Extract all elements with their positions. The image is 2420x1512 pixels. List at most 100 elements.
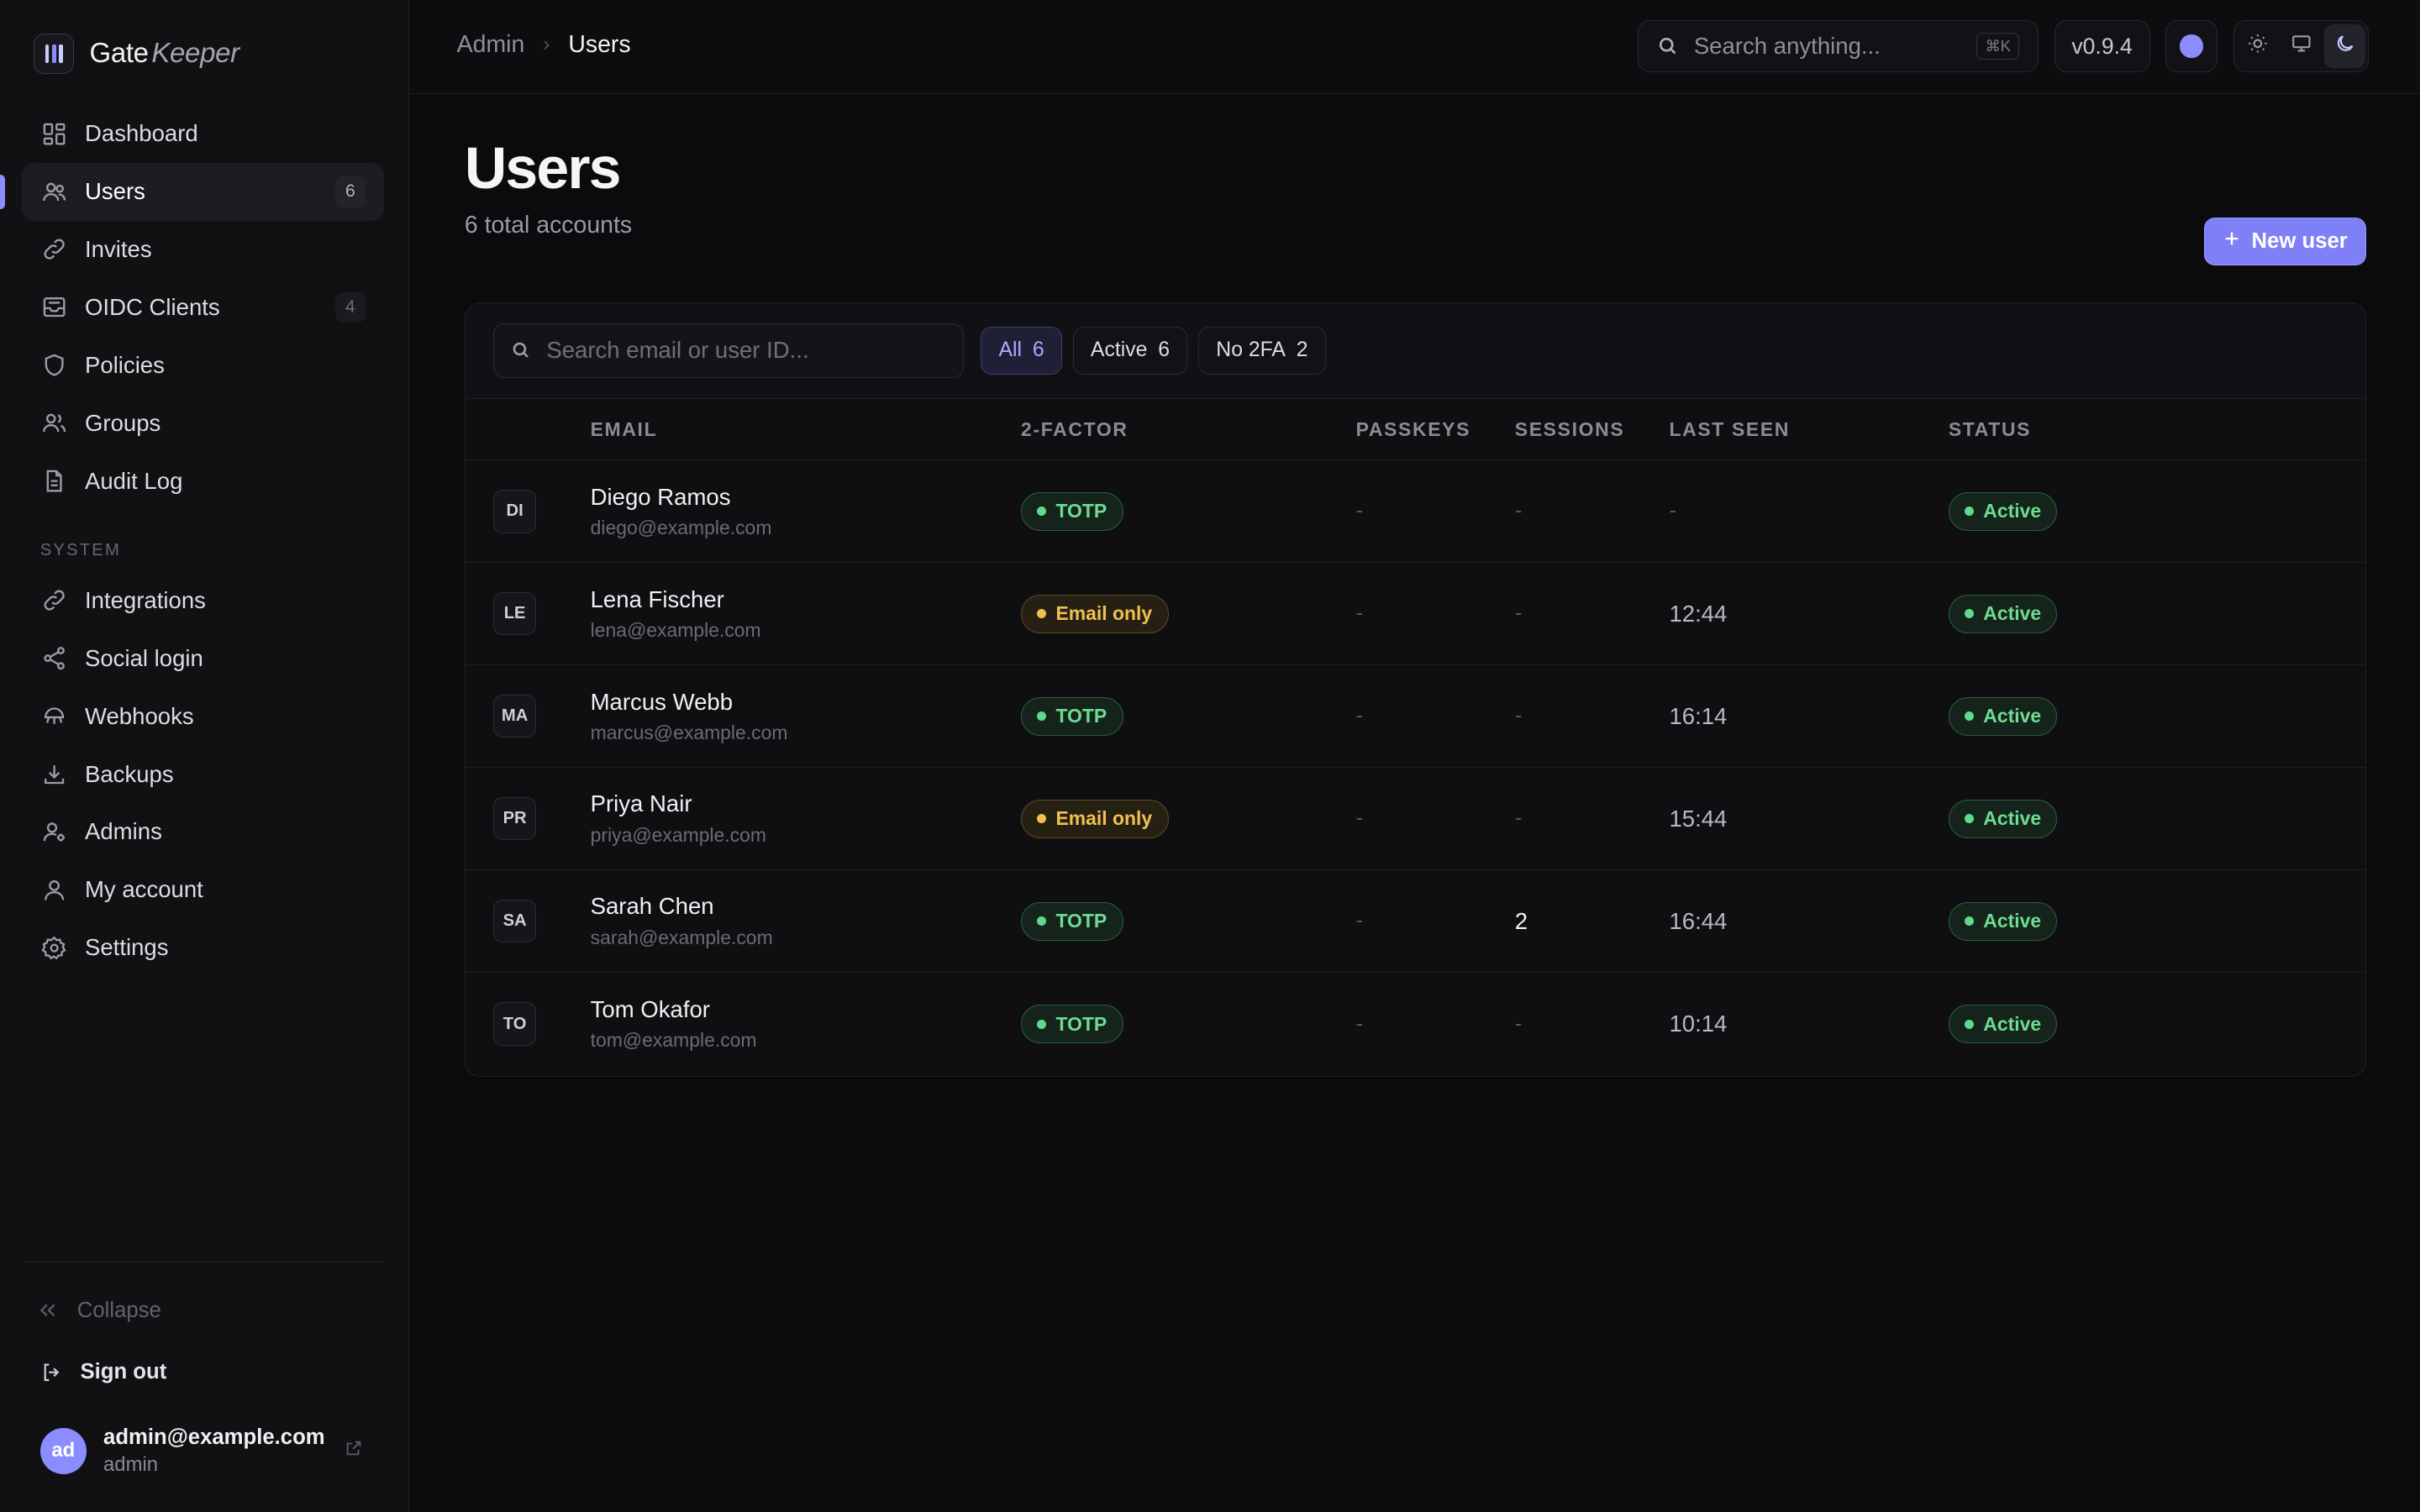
sidebar-item-dashboard[interactable]: Dashboard bbox=[22, 105, 385, 163]
search-icon bbox=[1657, 35, 1679, 57]
last-seen-value: - bbox=[1669, 499, 1676, 523]
dashboard-icon bbox=[40, 120, 68, 148]
external-link-icon[interactable] bbox=[345, 1439, 366, 1463]
oidc-count-badge: 4 bbox=[334, 291, 366, 323]
table-row[interactable]: PR Priya Nair priya@example.com Email onl… bbox=[465, 768, 2365, 871]
sidebar-item-label: Settings bbox=[84, 934, 169, 961]
sign-out-button[interactable]: Sign out bbox=[22, 1343, 385, 1402]
page-title: Users bbox=[464, 134, 622, 201]
header-sessions[interactable]: SESSIONS bbox=[1515, 418, 1670, 441]
brand-name: Gate Keeper bbox=[89, 38, 240, 70]
header-email[interactable]: EMAIL bbox=[591, 418, 1021, 441]
sidebar-item-label: Admins bbox=[84, 818, 162, 845]
global-search-input[interactable]: Search anything... ⌘K bbox=[1637, 19, 2039, 73]
sessions-value: - bbox=[1514, 806, 1523, 831]
sidebar-item-label: Groups bbox=[84, 409, 161, 436]
passkeys-value: - bbox=[1355, 499, 1364, 523]
users-count-badge: 6 bbox=[334, 176, 366, 207]
plus-icon bbox=[2223, 229, 2241, 254]
header-last-seen[interactable]: LAST SEEN bbox=[1669, 418, 1948, 441]
sessions-value: - bbox=[1514, 499, 1523, 523]
inbox-icon bbox=[40, 293, 68, 321]
sidebar-item-settings[interactable]: Settings bbox=[22, 919, 385, 977]
chevrons-left-icon bbox=[37, 1299, 65, 1321]
last-seen-value: 16:44 bbox=[1669, 907, 1728, 934]
sidebar-item-audit-log[interactable]: Audit Log bbox=[22, 452, 385, 510]
sessions-value: - bbox=[1514, 704, 1523, 728]
collapse-button[interactable]: Collapse bbox=[22, 1281, 385, 1340]
sidebar-item-policies[interactable]: Policies bbox=[22, 336, 385, 394]
theme-system-button[interactable] bbox=[2281, 24, 2321, 67]
sidebar-item-label: Social login bbox=[84, 644, 203, 671]
sidebar-item-label: Users bbox=[84, 178, 145, 205]
user-email: tom@example.com bbox=[590, 1029, 757, 1052]
sidebar-item-my-account[interactable]: My account bbox=[22, 861, 385, 919]
avatar: LE bbox=[492, 592, 537, 636]
sidebar-item-label: Policies bbox=[84, 351, 165, 378]
user-email: diego@example.com bbox=[590, 516, 772, 538]
header-status[interactable]: STATUS bbox=[1949, 418, 2365, 441]
status-badge: Active bbox=[1948, 696, 2058, 736]
user-name: Sarah Chen bbox=[590, 893, 714, 920]
sidebar-item-label: Integrations bbox=[84, 586, 206, 613]
download-icon bbox=[40, 760, 68, 788]
header-passkeys[interactable]: PASSKEYS bbox=[1356, 418, 1515, 441]
system-section-label: SYSTEM bbox=[39, 540, 121, 559]
theme-dark-button[interactable] bbox=[2324, 24, 2365, 68]
sidebar-item-label: Dashboard bbox=[84, 120, 198, 147]
sign-out-label: Sign out bbox=[80, 1360, 167, 1384]
sidebar-item-backups[interactable]: Backups bbox=[22, 745, 385, 803]
header-2fa[interactable]: 2-FACTOR bbox=[1021, 418, 1356, 441]
brand[interactable]: Gate Keeper bbox=[34, 34, 240, 75]
table-row[interactable]: TO Tom Okafor tom@example.com TOTP - - 10… bbox=[466, 973, 2365, 1075]
passkeys-value: - bbox=[1355, 704, 1364, 728]
breadcrumb-admin[interactable]: Admin bbox=[457, 31, 525, 59]
table-row[interactable]: DI Diego Ramos diego@example.com TOTP - -… bbox=[465, 460, 2365, 564]
status-badge: Active bbox=[1948, 491, 2058, 531]
sidebar-item-admins[interactable]: Admins bbox=[22, 803, 385, 861]
sidebar-item-webhooks[interactable]: Webhooks bbox=[22, 687, 385, 745]
account-card[interactable]: ad admin@example.com admin bbox=[22, 1417, 385, 1485]
filter-no-2fa[interactable]: No 2FA 2 bbox=[1198, 326, 1326, 375]
breadcrumb-users: Users bbox=[568, 30, 631, 58]
account-role: admin bbox=[103, 1452, 159, 1476]
sidebar-item-label: Webhooks bbox=[84, 702, 194, 729]
last-seen-value: 16:14 bbox=[1669, 702, 1728, 729]
collapse-label: Collapse bbox=[76, 1298, 161, 1322]
search-placeholder: Search anything... bbox=[1693, 33, 1881, 60]
filter-active[interactable]: Active 6 bbox=[1072, 326, 1188, 375]
filter-all[interactable]: All 6 bbox=[981, 326, 1062, 375]
sidebar-item-oidc-clients[interactable]: OIDC Clients 4 bbox=[22, 279, 385, 337]
user-search-input[interactable]: Search email or user ID... bbox=[492, 323, 965, 378]
sun-icon bbox=[2247, 33, 2269, 60]
passkeys-value: - bbox=[1355, 909, 1364, 933]
new-user-button[interactable]: New user bbox=[2203, 217, 2366, 265]
document-icon bbox=[40, 467, 68, 495]
user-name: Marcus Webb bbox=[590, 688, 734, 715]
version-badge[interactable]: v0.9.4 bbox=[2054, 19, 2150, 73]
sidebar-item-invites[interactable]: Invites bbox=[22, 221, 385, 279]
passkeys-value: - bbox=[1355, 601, 1364, 626]
table-row[interactable]: LE Lena Fischer lena@example.com Email on… bbox=[465, 563, 2365, 666]
sidebar-item-users[interactable]: Users 6 bbox=[0, 162, 385, 221]
user-name: Priya Nair bbox=[590, 790, 692, 817]
shortcut-hint: ⌘K bbox=[1976, 33, 2020, 60]
table-row[interactable]: SA Sarah Chen sarah@example.com TOTP - 2 … bbox=[465, 870, 2365, 974]
sidebar-item-groups[interactable]: Groups bbox=[22, 394, 385, 452]
sidebar-item-social-login[interactable]: Social login bbox=[22, 629, 385, 687]
search-icon bbox=[511, 340, 531, 360]
table-toolbar: Search email or user ID... All 6 Active 6 … bbox=[465, 302, 2365, 399]
sidebar-item-label: OIDC Clients bbox=[84, 293, 220, 320]
status-dot-button[interactable] bbox=[2165, 19, 2218, 73]
theme-light-button[interactable] bbox=[2237, 24, 2277, 67]
avatar: ad bbox=[39, 1427, 87, 1474]
user-name: Diego Ramos bbox=[590, 483, 731, 510]
sidebar: Gate Keeper Dashboard Users 6 Invites OID… bbox=[0, 0, 409, 1512]
page-subtitle: 6 total accounts bbox=[464, 211, 633, 239]
share-icon bbox=[40, 644, 68, 672]
last-seen-value: 15:44 bbox=[1669, 805, 1728, 832]
sidebar-item-integrations[interactable]: Integrations bbox=[22, 571, 385, 629]
theme-switcher bbox=[2233, 19, 2370, 73]
table-row[interactable]: MA Marcus Webb marcus@example.com TOTP - … bbox=[465, 665, 2365, 769]
table-header: EMAIL 2-FACTOR PASSKEYS SESSIONS LAST SE… bbox=[465, 399, 2365, 461]
